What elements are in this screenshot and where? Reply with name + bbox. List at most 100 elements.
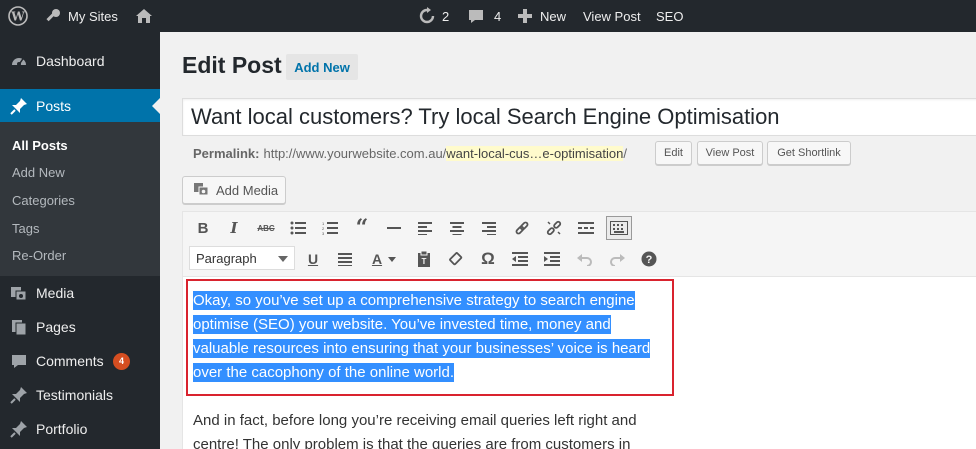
- wordpress-logo-icon[interactable]: W: [8, 0, 28, 32]
- updates-menu[interactable]: 2: [418, 0, 449, 32]
- sidebar-item-label: Portfolio: [36, 421, 88, 437]
- comments-count-badge: 4: [113, 352, 130, 370]
- new-content-menu[interactable]: New: [517, 0, 566, 32]
- horizontal-line-icon[interactable]: [383, 217, 405, 239]
- insert-link-icon[interactable]: [511, 217, 533, 239]
- comment-bubble-icon: [467, 7, 485, 25]
- align-center-icon[interactable]: [446, 217, 468, 239]
- view-post-button[interactable]: View Post: [697, 141, 763, 165]
- strikethrough-icon[interactable]: ABC: [255, 217, 277, 239]
- align-right-icon[interactable]: [478, 217, 500, 239]
- clear-formatting-icon[interactable]: [445, 248, 467, 270]
- add-media-label: Add Media: [216, 182, 279, 198]
- my-sites-label: My Sites: [68, 8, 118, 24]
- paragraph-format-select[interactable]: Paragraph: [189, 246, 295, 270]
- page-title: Edit Post: [182, 52, 282, 78]
- sidebar-item-label: Comments: [36, 353, 104, 369]
- posts-submenu: All Posts Add New Categories Tags Re-Ord…: [0, 122, 160, 276]
- svg-text:T: T: [422, 257, 427, 266]
- sidebar-item-media[interactable]: Media: [0, 276, 160, 310]
- pushpin-icon: [9, 419, 29, 439]
- edit-permalink-button[interactable]: Edit: [655, 141, 692, 165]
- italic-icon[interactable]: I: [223, 217, 245, 239]
- sidebar-item-label: Media: [36, 285, 75, 301]
- sidebar-sub-re-order[interactable]: Re-Order: [12, 248, 66, 263]
- bulleted-list-icon[interactable]: [287, 217, 309, 239]
- paste-as-text-icon[interactable]: T: [413, 248, 435, 270]
- svg-text:W: W: [10, 10, 25, 24]
- comments-menu[interactable]: 4: [467, 0, 501, 32]
- justify-icon[interactable]: [334, 248, 356, 270]
- editor-toolbar: B I ABC 123 “ Paragraph U A T Ω ?: [182, 211, 976, 277]
- text-line: optimise (SEO) your website. You’ve inve…: [193, 315, 611, 334]
- pushpin-icon: [9, 385, 29, 405]
- indent-icon[interactable]: [541, 248, 563, 270]
- text-color-icon[interactable]: A: [366, 248, 402, 270]
- sidebar-sub-add-new[interactable]: Add New: [12, 165, 65, 180]
- sidebar-item-label: Posts: [36, 97, 72, 114]
- plus-icon: [517, 8, 533, 24]
- toolbar-toggle-icon[interactable]: [606, 216, 632, 240]
- view-post-link[interactable]: View Post: [583, 0, 641, 32]
- sidebar-item-testimonials[interactable]: Testimonials: [0, 378, 160, 412]
- admin-sidebar: Dashboard Posts All Posts Add New Catego…: [0, 32, 160, 449]
- home-icon[interactable]: [135, 0, 153, 32]
- key-icon: [44, 7, 62, 25]
- sidebar-item-pages[interactable]: Pages: [0, 310, 160, 344]
- blockquote-icon[interactable]: “: [351, 215, 373, 241]
- outdent-icon[interactable]: [509, 248, 531, 270]
- read-more-icon[interactable]: [575, 217, 597, 239]
- add-media-icon: [193, 181, 211, 200]
- seo-menu[interactable]: SEO: [656, 0, 683, 32]
- sidebar-item-dashboard[interactable]: Dashboard: [0, 44, 160, 78]
- my-sites-menu[interactable]: My Sites: [44, 0, 118, 32]
- svg-text:3: 3: [322, 231, 325, 235]
- numbered-list-icon[interactable]: 123: [319, 217, 341, 239]
- comment-bubble-icon: [9, 351, 29, 371]
- sidebar-sub-categories[interactable]: Categories: [12, 193, 75, 208]
- sidebar-item-label: Testimonials: [36, 387, 114, 403]
- bold-icon[interactable]: B: [192, 217, 214, 239]
- permalink-label: Permalink:: [193, 145, 260, 161]
- permalink-row: Permalink: http://www.yourwebsite.com.au…: [193, 145, 627, 161]
- undo-icon[interactable]: [574, 248, 596, 270]
- sidebar-sub-all-posts[interactable]: All Posts: [12, 138, 68, 153]
- media-icon: [9, 283, 29, 303]
- pushpin-icon: [9, 96, 29, 116]
- underline-icon[interactable]: U: [302, 248, 324, 270]
- text-line: over the cacophony of the online world.: [193, 363, 454, 382]
- body-paragraph[interactable]: And in fact, before long you’re receivin…: [193, 409, 673, 449]
- permalink-slug[interactable]: want-local-cus…e-optimisation: [446, 145, 624, 161]
- permalink-trail: /: [623, 145, 627, 161]
- chevron-down-icon: [278, 256, 288, 267]
- add-media-button[interactable]: Add Media: [182, 176, 286, 204]
- sidebar-item-posts[interactable]: Posts: [0, 89, 160, 122]
- format-select-value: Paragraph: [196, 250, 257, 266]
- get-shortlink-button[interactable]: Get Shortlink: [767, 141, 851, 165]
- text-line: centre! The only problem is that the que…: [193, 436, 631, 449]
- sidebar-item-label: Pages: [36, 319, 76, 335]
- align-left-icon[interactable]: [414, 217, 436, 239]
- help-icon[interactable]: ?: [638, 248, 660, 270]
- text-line: Okay, so you’ve set up a comprehensive s…: [193, 291, 635, 310]
- text-line: valuable resources into ensuring that yo…: [193, 339, 651, 358]
- special-character-icon[interactable]: Ω: [477, 248, 499, 270]
- updates-count: 2: [442, 8, 450, 24]
- svg-text:?: ?: [646, 254, 653, 266]
- permalink-base: http://www.yourwebsite.com.au/: [263, 145, 447, 161]
- selected-paragraph[interactable]: Okay, so you’ve set up a comprehensive s…: [193, 289, 673, 385]
- dashboard-icon: [9, 51, 29, 71]
- unlink-icon[interactable]: [543, 217, 565, 239]
- new-label: New: [540, 8, 567, 24]
- redo-icon[interactable]: [606, 248, 628, 270]
- pages-icon: [9, 317, 29, 337]
- sidebar-item-label: Dashboard: [36, 53, 105, 69]
- add-new-button[interactable]: Add New: [286, 54, 358, 80]
- post-title-input[interactable]: Want local customers? Try local Search E…: [182, 98, 976, 136]
- refresh-icon: [418, 7, 436, 25]
- comments-count: 4: [494, 8, 502, 24]
- sidebar-item-comments[interactable]: Comments 4: [0, 344, 160, 378]
- sidebar-item-portfolio[interactable]: Portfolio: [0, 412, 160, 446]
- sidebar-sub-tags[interactable]: Tags: [12, 221, 39, 236]
- admin-bar: W My Sites 2 4 New View Post SEO: [0, 0, 976, 32]
